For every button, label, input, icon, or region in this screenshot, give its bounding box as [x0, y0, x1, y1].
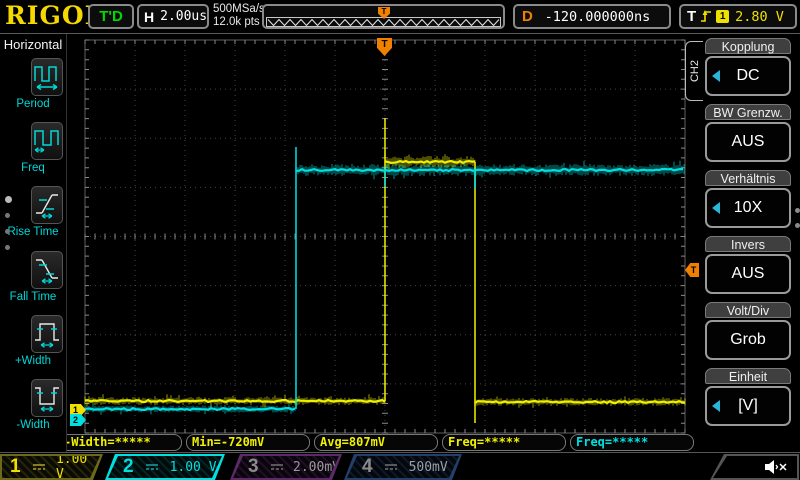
measurement-min: Min=-720mV: [186, 434, 310, 451]
trigger-status-badge: T'D: [88, 4, 134, 29]
acquisition-info: 500MSa/s 12.0k pts: [213, 3, 265, 29]
page-dot: [5, 229, 10, 234]
measure-menu-title: Horizontal: [0, 37, 66, 52]
measurement-freq-ch2: Freq=*****: [570, 434, 694, 451]
menu-item-freq[interactable]: Freq: [0, 120, 66, 184]
channel-menu-tab: CH2: [685, 41, 703, 101]
channel-menu-sidebar: CH2 Kopplung DC BW Grenzw. AUS Verhältni…: [703, 33, 800, 452]
menu-item-volt-div[interactable]: Volt/Div Grob: [705, 302, 791, 360]
channel-scale: 500mV: [409, 460, 448, 475]
channel-number: 1: [10, 456, 21, 478]
softkey-value: DC: [736, 67, 759, 85]
measurement-avg: Avg=807mV: [314, 434, 438, 451]
timebase-value: 2.00us: [160, 9, 207, 24]
channel-number: 4: [362, 456, 373, 478]
scroll-dot: [795, 223, 800, 228]
sample-rate: 500MSa/s: [213, 3, 265, 16]
delay-label: D: [522, 8, 533, 25]
period-icon: [31, 58, 63, 96]
minus-width-icon: [31, 379, 63, 417]
trigger-level-value: 2.80 V: [735, 9, 784, 25]
softkey-value: [V]: [738, 397, 758, 415]
softkey-label: Verhältnis: [705, 170, 791, 186]
menu-item-label: Period: [0, 98, 66, 110]
menu-item-bw-limit[interactable]: BW Grenzw. AUS: [705, 104, 791, 162]
trigger-label: T: [687, 8, 696, 25]
menu-item-fall-time[interactable]: Fall Time: [0, 249, 66, 313]
horizontal-timebase-box[interactable]: H 2.00us: [137, 4, 209, 29]
page-dot: [5, 245, 10, 250]
waveform-preview[interactable]: T: [262, 4, 505, 29]
dc-coupling-icon: [269, 461, 283, 473]
softkey-label: Kopplung: [705, 38, 791, 54]
menu-item-unit[interactable]: Einheit [V]: [705, 368, 791, 426]
channel-number: 3: [248, 456, 259, 478]
chevron-left-icon: [712, 70, 720, 82]
chevron-left-icon: [712, 202, 720, 214]
measurement-width: -Width=*****: [58, 434, 182, 451]
channel-scale: 1.00 V: [170, 460, 217, 475]
page-dot-current: [5, 196, 12, 203]
softkey-label: Einheit: [705, 368, 791, 384]
speaker-muted-icon: [763, 458, 789, 476]
menu-item-coupling[interactable]: Kopplung DC: [705, 38, 791, 96]
menu-item-probe-ratio[interactable]: Verhältnis 10X: [705, 170, 791, 228]
trigger-info-box[interactable]: T 1 2.80 V: [679, 4, 797, 29]
menu-item-minus-width[interactable]: -Width: [0, 377, 66, 441]
menu-item-label: +Width: [0, 355, 66, 367]
channel-2-slot[interactable]: 2 1.00 V: [105, 454, 225, 480]
menu-item-label: -Width: [0, 419, 66, 431]
softkey-value: AUS: [732, 265, 765, 283]
menu-item-period[interactable]: Period: [0, 56, 66, 120]
softkey-label: Invers: [705, 236, 791, 252]
freq-icon: [31, 122, 63, 160]
fall-time-icon: [31, 251, 63, 289]
waveform-display: [0, 0, 800, 480]
channel-number: 2: [123, 456, 134, 478]
delay-box[interactable]: D -120.000000ns: [513, 4, 671, 29]
memory-depth: 12.0k pts: [213, 16, 265, 29]
softkey-value: 10X: [734, 199, 762, 217]
status-bar: RIGOL T'D H 2.00us 500MSa/s 12.0k pts T …: [0, 0, 800, 34]
trigger-source-badge: 1: [716, 10, 729, 23]
menu-item-label: Freq: [0, 162, 66, 174]
measure-menu-sidebar: Horizontal Period Freq: [0, 33, 67, 452]
softkey-label: BW Grenzw.: [705, 104, 791, 120]
page-dot: [5, 213, 10, 218]
h-label: H: [144, 9, 154, 25]
channel-3-slot[interactable]: 3 2.00mV: [230, 454, 342, 480]
rising-edge-icon: [700, 9, 712, 24]
plus-width-icon: [31, 315, 63, 353]
softkey-label: Volt/Div: [705, 302, 791, 318]
oscilloscope-screen: RIGOL T'D H 2.00us 500MSa/s 12.0k pts T …: [0, 0, 800, 480]
rise-time-icon: [31, 186, 63, 224]
dc-coupling-icon: [144, 461, 160, 473]
channel-1-slot[interactable]: 1 1.00 V: [0, 454, 103, 480]
menu-item-label: Fall Time: [0, 291, 66, 303]
measurement-freq-ch1: Freq=*****: [442, 434, 566, 451]
channel-tab-label: CH2: [689, 60, 701, 82]
softkey-value: Grob: [730, 331, 766, 349]
sound-slot[interactable]: [710, 454, 799, 480]
channel-4-slot[interactable]: 4 500mV: [344, 454, 462, 480]
menu-item-invert[interactable]: Invers AUS: [705, 236, 791, 294]
softkey-value: AUS: [732, 133, 765, 151]
dc-coupling-icon: [383, 461, 399, 473]
scroll-dot: [795, 208, 800, 213]
delay-value: -120.000000ns: [545, 9, 651, 25]
channel-status-bar: 1 1.00 V 2 1.00 V 3: [0, 452, 800, 480]
chevron-left-icon: [712, 400, 720, 412]
trigger-status-text: T'D: [99, 8, 123, 25]
dc-coupling-icon: [31, 461, 46, 473]
menu-item-plus-width[interactable]: +Width: [0, 313, 66, 377]
